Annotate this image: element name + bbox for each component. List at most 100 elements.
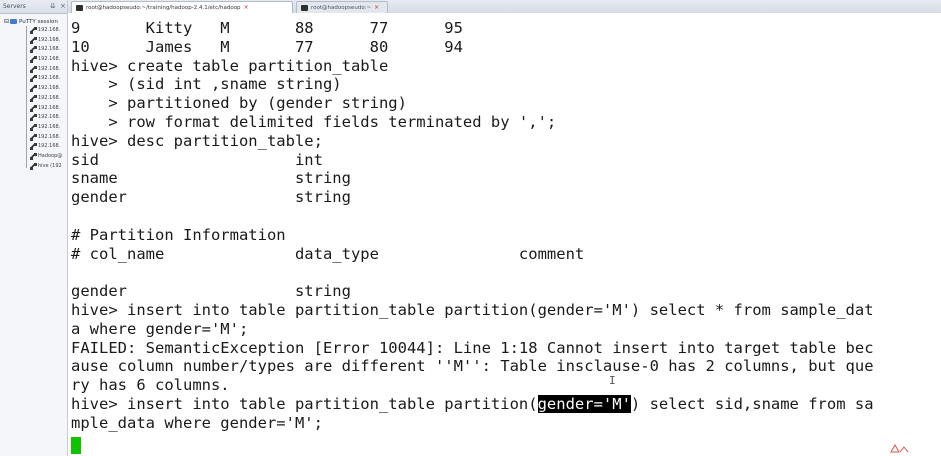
sidebar-host-item[interactable]: hive (192 xyxy=(0,162,67,172)
terminal-line: ause column number/types are different '… xyxy=(71,357,874,376)
terminal-text: FAILED: SemanticException [Error 10044]:… xyxy=(71,338,874,357)
terminal-icon xyxy=(301,5,308,11)
sidebar-host-item[interactable]: 192.168. xyxy=(0,84,67,94)
close-tab-icon[interactable]: × xyxy=(374,4,379,11)
terminal-text: hive> desc partition_table; xyxy=(71,131,323,150)
sidebar-host-item[interactable]: 192.168. xyxy=(0,123,67,133)
terminal-text: ry has 6 columns. xyxy=(71,376,230,395)
terminal-text: gender string xyxy=(71,282,351,301)
terminal-line: sid int xyxy=(71,151,323,170)
pin-icon[interactable]: ⇊ xyxy=(50,0,56,13)
terminal-line: > row format delimited fields terminated… xyxy=(71,113,556,132)
terminal-line: 9 Kitty M 88 77 95 xyxy=(71,19,463,38)
host-connection-icon xyxy=(30,162,37,170)
host-connection-icon xyxy=(30,46,37,54)
terminal-line: sname string xyxy=(71,169,351,188)
terminal-icon xyxy=(76,5,83,11)
sidebar-host-label: 192.168. xyxy=(38,114,61,121)
sidebar-host-label: 192.168. xyxy=(38,123,61,130)
server-panel-header: Servers ⇊ × xyxy=(0,0,67,14)
sidebar-host-item[interactable]: 192.168. xyxy=(0,94,67,104)
sidebar-host-item[interactable]: Hadoop@ xyxy=(0,152,67,162)
terminal-text: hive> create table partition_table xyxy=(71,56,389,75)
terminal-text: 10 James M 77 80 94 xyxy=(71,37,463,56)
sidebar-host-item[interactable]: 192.168. xyxy=(0,113,67,123)
sidebar-host-label: 192.168. xyxy=(38,75,61,82)
host-connection-icon xyxy=(30,94,37,102)
tab-session-2[interactable]: root@hadoopseudo:~ × xyxy=(296,1,388,13)
sidebar-host-item[interactable]: 192.168. xyxy=(0,55,67,65)
terminal-line: # Partition Information xyxy=(71,226,286,245)
sidebar-host-label: 192.168. xyxy=(38,133,61,140)
sidebar-host-label: Hadoop@ xyxy=(38,152,63,159)
host-connection-icon xyxy=(30,56,37,64)
terminal-cursor xyxy=(71,437,81,454)
terminal-text: > partitioned by (gender string) xyxy=(71,94,407,113)
host-connection-icon xyxy=(30,85,37,93)
host-connection-icon xyxy=(30,123,37,131)
close-tab-icon[interactable]: × xyxy=(244,4,249,11)
sidebar-host-label: 192.168. xyxy=(38,46,61,53)
terminal-text: mple_data where gender='M'; xyxy=(71,413,323,432)
sidebar-host-label: hive (192 xyxy=(38,162,62,169)
server-panel-title: Servers xyxy=(3,3,26,10)
host-connection-icon xyxy=(30,27,37,34)
sidebar-host-label: 192.168. xyxy=(38,104,61,111)
terminal-text: a where gender='M'; xyxy=(71,319,249,338)
sidebar-host-label: 192.168. xyxy=(38,94,61,101)
terminal-line: > partitioned by (gender string) xyxy=(71,94,407,113)
terminal-text: hive> insert into table partition_table … xyxy=(71,395,538,413)
terminal-text: # Partition Information xyxy=(71,225,286,244)
terminal-line: hive> insert into table partition_table … xyxy=(71,301,874,320)
terminal-line: 10 James M 77 80 94 xyxy=(71,38,463,57)
terminal-line: gender string xyxy=(71,188,351,207)
session-tree: ⊟ PuTTY session 192.168. 192.168. 192.168. 1… xyxy=(0,14,67,171)
terminal-line: hive> create table partition_table xyxy=(71,57,388,76)
sidebar-host-item[interactable]: 192.168. xyxy=(0,74,67,84)
sidebar-host-item[interactable]: 192.168. xyxy=(0,104,67,114)
terminal-text: sname string xyxy=(71,169,351,188)
tab-label: root@hadoopseudo:~ xyxy=(311,5,372,11)
sidebar-host-label: 192.168. xyxy=(38,56,61,63)
terminal-line: mple_data where gender='M'; xyxy=(71,414,323,433)
terminal-text: sid int xyxy=(71,150,323,169)
tab-session-1[interactable]: root@hadoopseudo:~/training/hadoop-2.4.1… xyxy=(71,1,293,13)
terminal-text: ause column number/types are different '… xyxy=(71,357,874,376)
mouse-ibeam-icon: I xyxy=(609,374,616,387)
server-panel: Servers ⇊ × ⊟ PuTTY session 192.168. 192.1… xyxy=(0,0,68,456)
close-panel-icon[interactable]: × xyxy=(60,0,66,13)
sidebar-host-label: 192.168. xyxy=(38,143,61,150)
tree-root-label: PuTTY session xyxy=(19,19,58,25)
watermark-icon xyxy=(890,443,909,453)
host-connection-icon xyxy=(30,65,37,73)
host-connection-icon xyxy=(30,133,37,141)
terminal-line: FAILED: SemanticException [Error 10044]:… xyxy=(71,339,874,358)
host-connection-icon xyxy=(30,75,37,83)
session-tab-bar: root@hadoopseudo:~/training/hadoop-2.4.1… xyxy=(68,0,941,14)
terminal-line: hive> insert into table partition_table … xyxy=(71,395,874,414)
host-connection-icon xyxy=(30,152,37,160)
terminal-line: a where gender='M'; xyxy=(71,320,248,339)
terminal-line: gender string xyxy=(71,282,351,301)
collapse-icon[interactable]: ⊟ xyxy=(4,18,9,25)
terminal-text: > (sid int ,sname string) xyxy=(71,75,342,94)
terminal-output[interactable]: 9 Kitty M 88 77 95 10 James M 77 80 94 hiv… xyxy=(68,13,941,456)
sidebar-host-item[interactable]: 192.168. xyxy=(0,36,67,46)
terminal-line: # col_name data_type comment xyxy=(71,245,584,264)
sidebar-host-item[interactable]: 192.168. xyxy=(0,65,67,75)
host-connection-icon xyxy=(30,143,37,151)
selected-text[interactable]: gender='M' xyxy=(537,395,631,413)
terminal-line: ry has 6 columns. xyxy=(71,376,230,395)
host-connection-icon xyxy=(30,104,37,112)
sidebar-host-item[interactable]: 192.168. xyxy=(0,26,67,36)
terminal-text: gender string xyxy=(71,188,351,207)
sidebar-host-label: 192.168. xyxy=(38,85,61,92)
sidebar-host-label: 192.168. xyxy=(38,27,61,33)
host-connection-icon xyxy=(30,114,37,122)
host-connection-icon xyxy=(30,36,37,44)
tree-root-putty-sessions[interactable]: ⊟ PuTTY session xyxy=(0,17,67,26)
sidebar-host-item[interactable]: 192.168. xyxy=(0,133,67,143)
sidebar-host-item[interactable]: 192.168. xyxy=(0,142,67,152)
sidebar-host-label: 192.168. xyxy=(38,36,61,43)
sidebar-host-item[interactable]: 192.168. xyxy=(0,45,67,55)
